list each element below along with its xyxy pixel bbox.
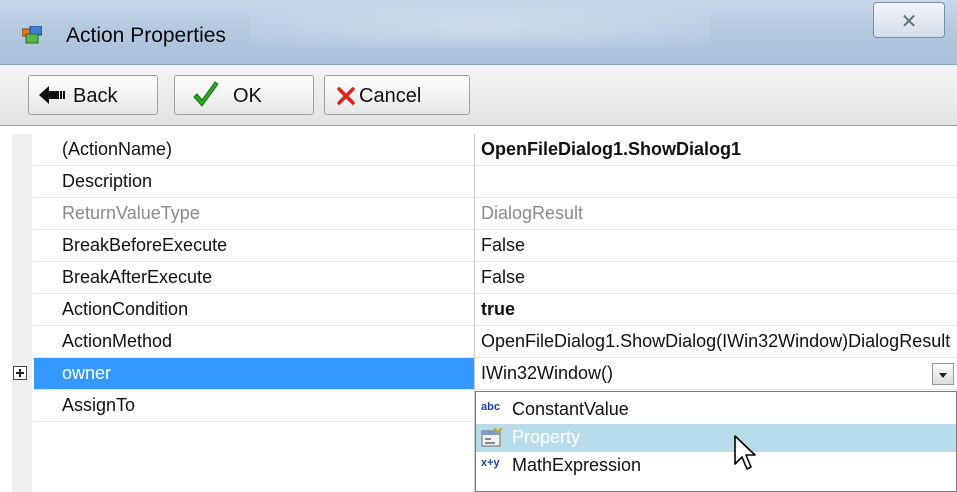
property-name: Description: [62, 171, 153, 191]
property-value: true: [481, 299, 516, 319]
property-row-action-method[interactable]: ActionMethod OpenFileDialog1.ShowDialog(…: [12, 326, 957, 358]
property-icon: [481, 428, 503, 447]
property-row-break-before-execute[interactable]: BreakBeforeExecute False: [12, 230, 957, 262]
action-properties-window: Action Properties ✕ Back OK Cancel (Acti…: [0, 0, 957, 492]
ok-button-label: OK: [233, 85, 262, 107]
cancel-button-label: Cancel: [359, 85, 422, 107]
property-row-return-value-type: ReturnValueType DialogResult: [12, 198, 957, 230]
close-button[interactable]: ✕: [873, 2, 945, 38]
property-value: False: [481, 267, 526, 287]
property-name: AssignTo: [62, 395, 136, 415]
dropdown-item-label: Property: [512, 427, 581, 447]
dropdown-item-constant-value[interactable]: abc ConstantValue: [476, 396, 956, 424]
property-row-break-after-execute[interactable]: BreakAfterExecute False: [12, 262, 957, 294]
property-row-action-condition[interactable]: ActionCondition true: [12, 294, 957, 326]
mouse-pointer-icon: [734, 435, 756, 470]
back-button[interactable]: Back: [28, 75, 158, 115]
ok-button[interactable]: OK: [174, 75, 314, 115]
property-row-action-name[interactable]: (ActionName) OpenFileDialog1.ShowDialog1: [12, 134, 957, 166]
property-name: BreakBeforeExecute: [62, 235, 228, 255]
dropdown-arrow-icon[interactable]: [932, 363, 954, 385]
dropdown-item-property[interactable]: Property: [476, 424, 956, 452]
constant-value-icon: abc: [481, 401, 500, 413]
window-title: Action Properties: [66, 24, 226, 47]
property-value: DialogResult: [481, 203, 584, 223]
app-window-icon: [22, 26, 42, 44]
dropdown-item-math-expression[interactable]: x+y MathExpression: [476, 452, 956, 480]
back-arrow-icon: [39, 86, 65, 104]
property-value: OpenFileDialog1.ShowDialog1: [481, 139, 742, 159]
cancel-button[interactable]: Cancel: [324, 75, 470, 115]
cancel-x-icon: [337, 87, 355, 105]
property-name: BreakAfterExecute: [62, 267, 213, 287]
checkmark-icon: [193, 81, 219, 107]
back-button-label: Back: [73, 85, 118, 107]
property-name: owner: [62, 363, 112, 383]
property-name: ActionCondition: [62, 299, 189, 319]
expand-plus-icon[interactable]: [13, 366, 27, 380]
property-value: False: [481, 235, 526, 255]
property-row-owner[interactable]: owner IWin32Window(): [12, 358, 957, 390]
math-expression-icon: x+y: [481, 457, 500, 469]
title-bar[interactable]: Action Properties ✕: [0, 0, 957, 65]
property-row-description[interactable]: Description: [12, 166, 957, 198]
value-type-dropdown-list: abc ConstantValue Property x+y MathExpre…: [475, 391, 957, 492]
property-name: ReturnValueType: [62, 203, 200, 223]
close-icon: ✕: [900, 11, 918, 33]
property-name: ActionMethod: [62, 331, 173, 351]
toolbar: Back OK Cancel: [0, 65, 957, 126]
property-name: (ActionName): [62, 139, 173, 159]
dropdown-item-label: MathExpression: [512, 455, 642, 475]
dropdown-item-label: ConstantValue: [512, 399, 629, 419]
property-value: OpenFileDialog1.ShowDialog(IWin32Window)…: [481, 331, 951, 351]
property-value: IWin32Window(): [481, 363, 614, 383]
